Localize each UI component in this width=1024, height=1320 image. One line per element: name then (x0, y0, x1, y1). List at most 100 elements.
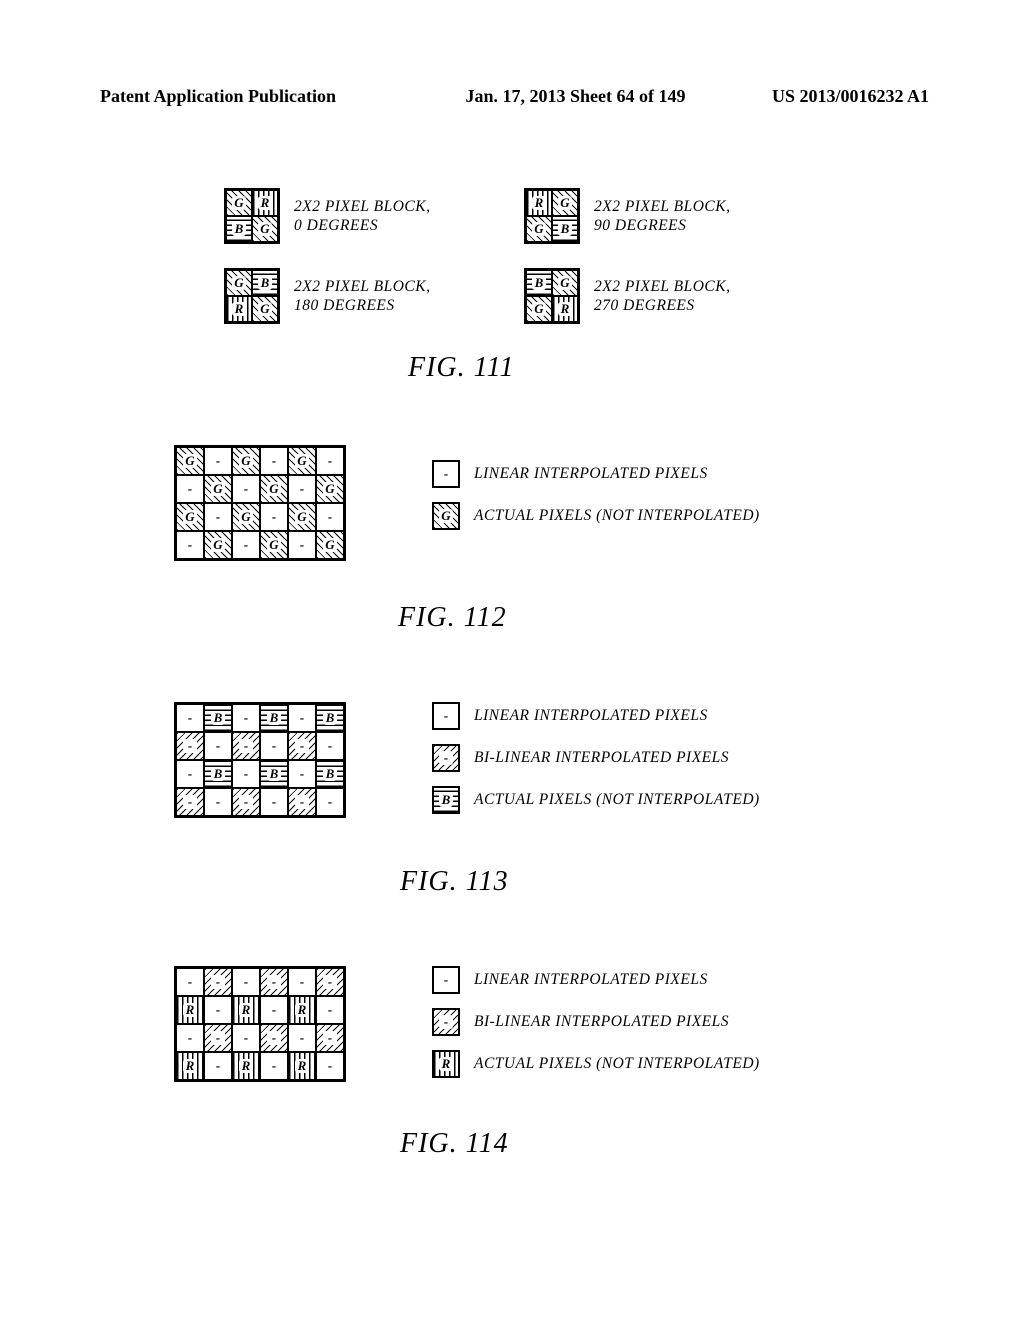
pixel-r: R (552, 296, 578, 322)
grid-cell: - (316, 503, 344, 531)
grid-cell: G (260, 531, 288, 559)
pixel-block-2x2: G B R G (224, 268, 280, 324)
fig111-block-270deg: B G G R 2X2 PIXEL BLOCK,270 DEGREES (524, 268, 730, 324)
pixel-g: G (552, 270, 578, 296)
pixel-g: G (226, 270, 252, 296)
grid-cell: B (204, 760, 232, 788)
legend-row: - BI-LINEAR INTERPOLATED PIXELS (432, 744, 760, 772)
grid-cell: - (288, 968, 316, 996)
grid-cell: - (176, 732, 204, 760)
fig114-legend: - LINEAR INTERPOLATED PIXELS - BI-LINEAR… (432, 966, 760, 1078)
grid-cell: B (316, 760, 344, 788)
pixel-b: B (252, 270, 278, 296)
legend-swatch-bilinear: - (432, 744, 460, 772)
grid-cell: G (176, 447, 204, 475)
legend-label: BI-LINEAR INTERPOLATED PIXELS (474, 749, 729, 767)
figure-label: FIG. 112 (398, 602, 507, 634)
legend-row: G ACTUAL PIXELS (NOT INTERPOLATED) (432, 502, 760, 530)
legend-row: R ACTUAL PIXELS (NOT INTERPOLATED) (432, 1050, 760, 1078)
pixel-r: R (226, 296, 252, 322)
legend-label: LINEAR INTERPOLATED PIXELS (474, 971, 708, 989)
grid-cell: - (176, 531, 204, 559)
figure-label: FIG. 113 (400, 866, 509, 898)
grid-cell: - (316, 788, 344, 816)
legend-swatch-bilinear: - (432, 1008, 460, 1036)
figure-label: FIG. 114 (400, 1128, 509, 1160)
grid-cell: B (260, 760, 288, 788)
pixel-g: G (252, 296, 278, 322)
grid-cell: - (204, 503, 232, 531)
grid-cell: - (176, 704, 204, 732)
grid-cell: - (288, 788, 316, 816)
grid-cell: R (288, 996, 316, 1024)
grid-cell: R (176, 996, 204, 1024)
grid-cell: - (260, 503, 288, 531)
grid-cell: - (260, 447, 288, 475)
grid-cell: - (316, 996, 344, 1024)
pixel-b: B (552, 216, 578, 242)
legend-swatch-actual-b: B (432, 786, 460, 814)
grid-cell: - (232, 1024, 260, 1052)
patent-page: Patent Application Publication Jan. 17, … (0, 0, 1024, 1320)
grid-cell: - (176, 760, 204, 788)
grid-cell: - (232, 732, 260, 760)
grid-cell: - (232, 704, 260, 732)
grid-cell: - (176, 968, 204, 996)
pixel-b: B (526, 270, 552, 296)
legend-swatch-linear: - (432, 966, 460, 994)
grid-cell: G (288, 447, 316, 475)
fig113-legend: - LINEAR INTERPOLATED PIXELS - BI-LINEAR… (432, 702, 760, 814)
grid-cell: - (204, 1024, 232, 1052)
grid-cell: G (176, 503, 204, 531)
fig112-grid: G-G-G--G-G-GG-G-G--G-G-G (174, 445, 346, 561)
pixel-g: G (526, 296, 552, 322)
grid-cell: B (204, 704, 232, 732)
grid-cell: - (288, 760, 316, 788)
pixel-g: G (552, 190, 578, 216)
grid-cell: - (260, 788, 288, 816)
pixel-r: R (526, 190, 552, 216)
grid-cell: G (316, 475, 344, 503)
block-caption: 2X2 PIXEL BLOCK,180 DEGREES (294, 277, 430, 316)
grid-cell: - (204, 1052, 232, 1080)
grid-cell: G (288, 503, 316, 531)
grid-cell: - (232, 475, 260, 503)
grid-cell: R (232, 1052, 260, 1080)
grid-cell: - (260, 996, 288, 1024)
legend-label: BI-LINEAR INTERPOLATED PIXELS (474, 1013, 729, 1031)
legend-swatch-linear: - (432, 702, 460, 730)
grid-cell: - (176, 475, 204, 503)
pixel-block-2x2: R G G B (524, 188, 580, 244)
grid-cell: - (288, 704, 316, 732)
grid-cell: - (260, 732, 288, 760)
page-header: Patent Application Publication Jan. 17, … (100, 86, 929, 107)
pixel-g: G (252, 216, 278, 242)
fig111-block-180deg: G B R G 2X2 PIXEL BLOCK,180 DEGREES (224, 268, 430, 324)
grid-cell: - (288, 475, 316, 503)
legend-label: ACTUAL PIXELS (NOT INTERPOLATED) (474, 507, 760, 525)
fig111-block-0deg: G R B G 2X2 PIXEL BLOCK,0 DEGREES (224, 188, 430, 244)
grid-cell: B (260, 704, 288, 732)
header-right: US 2013/0016232 A1 (739, 86, 929, 107)
legend-row: - BI-LINEAR INTERPOLATED PIXELS (432, 1008, 760, 1036)
block-caption: 2X2 PIXEL BLOCK,0 DEGREES (294, 197, 430, 236)
grid-cell: B (316, 704, 344, 732)
pixel-b: B (226, 216, 252, 242)
grid-cell: G (204, 531, 232, 559)
legend-swatch-actual-g: G (432, 502, 460, 530)
grid-cell: R (232, 996, 260, 1024)
pixel-g: G (526, 216, 552, 242)
legend-label: ACTUAL PIXELS (NOT INTERPOLATED) (474, 1055, 760, 1073)
fig113-grid: -B-B-B-------B-B-B------ (174, 702, 346, 818)
grid-cell: - (316, 447, 344, 475)
legend-row: B ACTUAL PIXELS (NOT INTERPOLATED) (432, 786, 760, 814)
pixel-grid-6x4: ------R-R-R-------R-R-R- (174, 966, 346, 1082)
pixel-grid-6x4: G-G-G--G-G-GG-G-G--G-G-G (174, 445, 346, 561)
grid-cell: - (288, 531, 316, 559)
grid-cell: - (232, 788, 260, 816)
pixel-block-2x2: G R B G (224, 188, 280, 244)
grid-cell: G (260, 475, 288, 503)
grid-cell: - (232, 968, 260, 996)
grid-cell: - (204, 447, 232, 475)
grid-cell: - (316, 732, 344, 760)
